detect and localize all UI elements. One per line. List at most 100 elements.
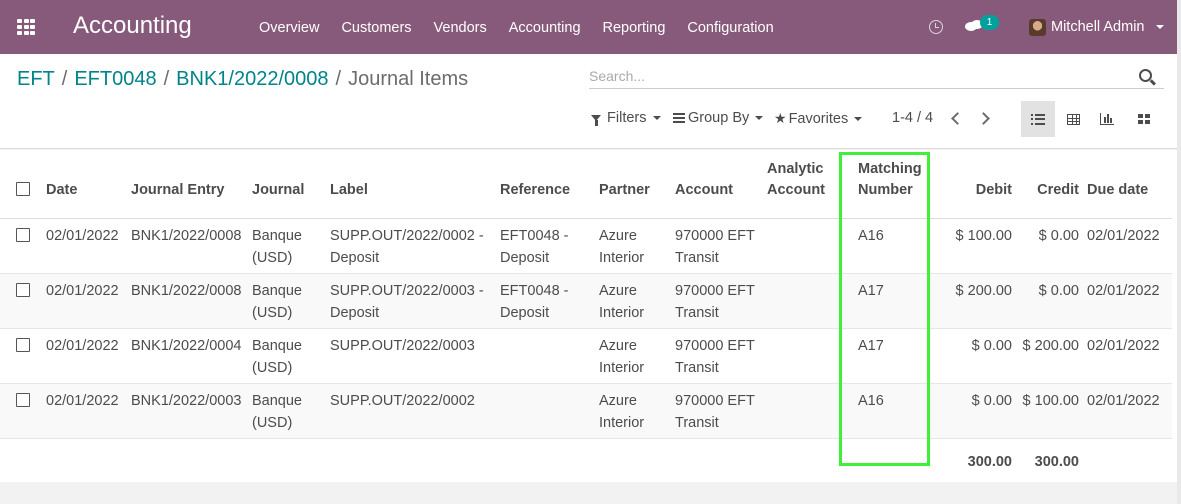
cell-date: 02/01/2022 [46,392,119,409]
column-header-credit[interactable]: Credit [1020,150,1087,219]
column-header-journal[interactable]: Journal [252,150,330,219]
table-row[interactable]: 02/01/2022 BNK1/2022/0008 Banque (USD) S… [0,218,1172,273]
avatar[interactable] [1029,19,1046,36]
breadcrumb-separator: / [61,68,68,90]
cell-journal: Banque (USD) [252,337,302,376]
cell-matching-number: A16 [858,227,884,244]
kanban-view-button[interactable] [1127,101,1161,137]
cell-partner: Azure Interior [599,392,645,431]
user-menu[interactable]: Mitchell Admin [1051,19,1144,35]
favorites-label: Favorites [788,111,849,127]
column-header-journal-entry[interactable]: Journal Entry [131,150,252,219]
breadcrumb-current: Journal Items [348,68,469,90]
cell-analytic-account [767,218,858,273]
column-header-label[interactable]: Label [330,150,500,219]
row-select-cell [0,218,46,273]
column-header-reference[interactable]: Reference [500,150,599,219]
cell-due-date: 02/01/2022 [1087,227,1160,244]
app-title[interactable]: Accounting [73,12,192,40]
menu-overview[interactable]: Overview [248,0,330,54]
cell-debit: $ 0.00 [971,337,1012,354]
cell-debit: $ 0.00 [971,392,1012,409]
menu-configuration[interactable]: Configuration [676,0,784,54]
filter-icon [591,115,601,126]
cell-date: 02/01/2022 [46,227,119,244]
cell-debit: $ 100.00 [955,227,1012,244]
column-header-analytic-account[interactable]: Analytic Account [767,150,858,219]
cell-analytic-account [767,328,858,383]
cell-journal-entry: BNK1/2022/0008 [131,282,242,299]
cell-date: 02/01/2022 [46,337,119,354]
column-header-date[interactable]: Date [46,150,131,219]
pager-value[interactable]: 1-4 / 4 [892,110,933,126]
cell-label: SUPP.OUT/2022/0002 - Deposit [330,227,484,266]
cell-credit: $ 0.00 [1038,282,1079,299]
row-checkbox[interactable] [16,392,30,407]
apps-grid-icon[interactable] [17,19,35,35]
table-row[interactable]: 02/01/2022 BNK1/2022/0003 Banque (USD) S… [0,383,1172,438]
total-debit: 300.00 [967,453,1012,470]
table-header-row: Date Journal Entry Journal Label Referen… [0,150,1172,219]
column-header-due-date[interactable]: Due date [1087,150,1172,219]
search-input[interactable] [589,65,1129,87]
cell-journal-entry: BNK1/2022/0008 [131,227,242,244]
column-header-debit[interactable]: Debit [946,150,1020,219]
column-header-matching-number[interactable]: Matching Number [858,150,946,219]
row-checkbox[interactable] [16,282,30,297]
clock-icon[interactable] [929,20,943,34]
pivot-view-button[interactable] [1056,101,1090,137]
column-header-partner[interactable]: Partner [599,150,675,219]
table-row[interactable]: 02/01/2022 BNK1/2022/0008 Banque (USD) S… [0,273,1172,328]
journal-items-table: Date Journal Entry Journal Label Referen… [0,150,1172,482]
total-credit: 300.00 [1034,453,1079,470]
cell-reference [500,328,599,383]
cell-journal: Banque (USD) [252,227,302,266]
list-view-button[interactable] [1021,101,1055,137]
chevron-left-icon[interactable] [951,112,964,125]
cell-reference: EFT0048 - Deposit [500,227,569,266]
favorites-button[interactable]: ★ Favorites [774,110,863,127]
menu-vendors[interactable]: Vendors [423,0,498,54]
cell-label: SUPP.OUT/2022/0002 [330,392,475,409]
breadcrumb-item-eft0048[interactable]: EFT0048 [74,68,156,90]
cell-account: 970000 EFT Transit [675,227,755,266]
cell-matching-number: A17 [858,337,884,354]
row-checkbox[interactable] [16,337,30,352]
kanban-icon [1137,113,1151,125]
cell-partner: Azure Interior [599,282,645,321]
cell-account: 970000 EFT Transit [675,282,755,321]
chevron-down-icon [652,116,661,121]
cell-label: SUPP.OUT/2022/0003 - Deposit [330,282,484,321]
cell-date: 02/01/2022 [46,282,119,299]
scrollbar-edge [1177,0,1181,504]
bars-icon [673,113,685,123]
cell-due-date: 02/01/2022 [1087,392,1160,409]
graph-view-button[interactable] [1090,101,1124,137]
menu-customers[interactable]: Customers [330,0,422,54]
cell-label: SUPP.OUT/2022/0003 [330,337,475,354]
menu-reporting[interactable]: Reporting [592,0,677,54]
chat-counter-badge: 1 [980,15,999,30]
menu-accounting[interactable]: Accounting [498,0,592,54]
filters-button[interactable]: Filters [591,110,661,126]
star-icon: ★ [774,110,787,126]
chevron-down-icon[interactable] [1156,25,1164,29]
cell-credit: $ 200.00 [1022,337,1079,354]
cell-partner: Azure Interior [599,337,645,376]
breadcrumb: EFT / EFT0048 / BNK1/2022/0008 / Journal Items [17,68,468,91]
column-header-account[interactable]: Account [675,150,767,219]
row-checkbox[interactable] [16,227,30,242]
filters-label: Filters [607,110,647,126]
cell-analytic-account [767,273,858,328]
list-view: Date Journal Entry Journal Label Referen… [0,150,1181,482]
breadcrumb-item-eft[interactable]: EFT [17,68,55,90]
breadcrumb-item-bnk1[interactable]: BNK1/2022/0008 [176,68,328,90]
table-row[interactable]: 02/01/2022 BNK1/2022/0004 Banque (USD) S… [0,328,1172,383]
select-all-cell [0,150,46,219]
group-by-button[interactable]: Group By [673,110,764,126]
chevron-right-icon[interactable] [977,112,990,125]
breadcrumb-separator: / [163,68,170,90]
row-select-cell [0,383,46,438]
select-all-checkbox[interactable] [16,181,30,196]
search-icon[interactable] [1139,69,1152,82]
